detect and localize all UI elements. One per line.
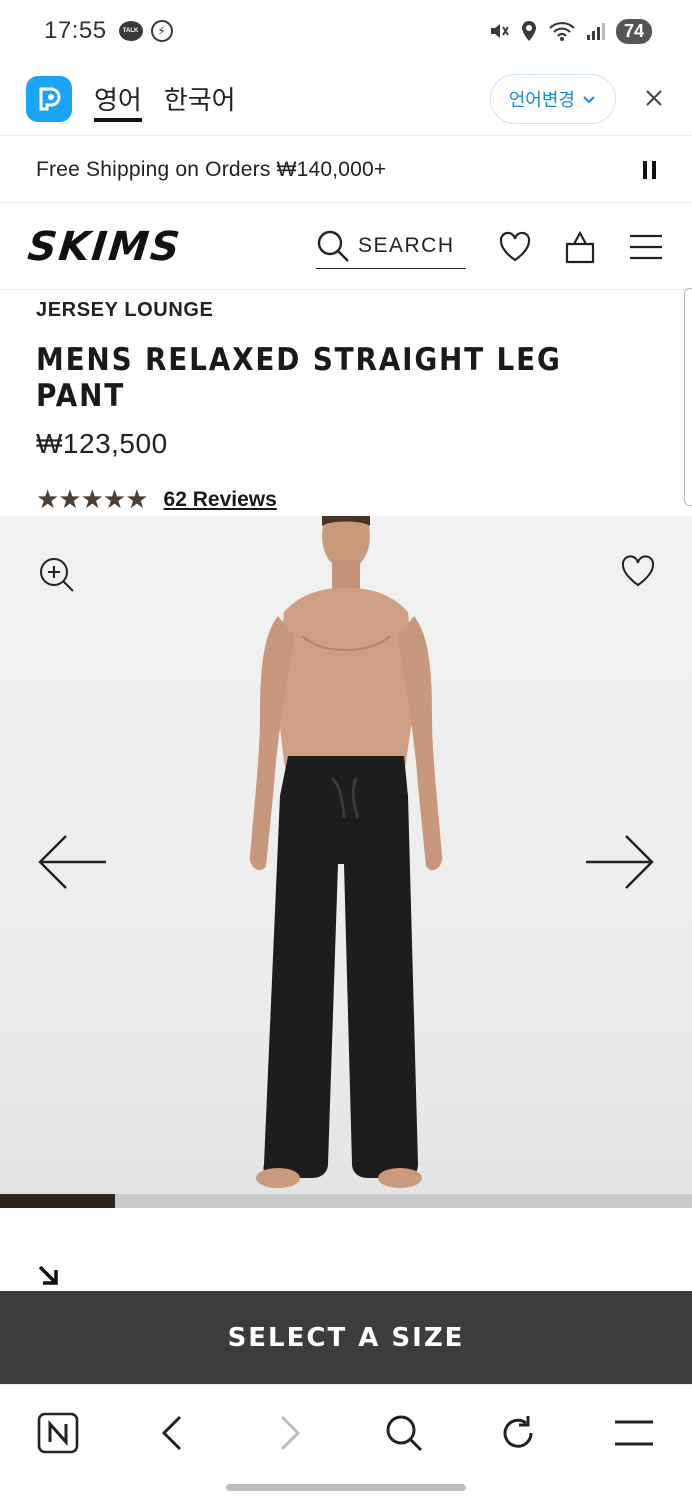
star-rating: ★★★★★ [36,484,149,514]
tab-korean[interactable]: 한국어 [164,62,236,136]
site-header: SKIMS SEARCH [0,204,692,290]
wifi-icon [549,21,575,41]
kakaotalk-icon: TALK [118,21,143,41]
status-bar: 17:55 TALK ⚡ 74 [0,0,692,62]
papago-logo-icon[interactable] [26,75,72,122]
bolt-icon: ⚡ [150,20,173,42]
search-icon [317,230,349,262]
product-gallery[interactable] [0,516,692,1194]
location-icon [521,21,536,41]
shopping-bag-icon[interactable] [564,230,596,264]
scrollbar[interactable] [684,288,692,506]
gallery-progress-fill [0,1194,115,1208]
search-label: SEARCH [358,234,455,257]
chevron-down-icon [583,95,595,103]
arrow-down-right-icon[interactable] [36,1264,60,1293]
model-image [249,516,443,1188]
change-language-label: 언어변경 [508,89,575,110]
arrow-left-icon[interactable] [36,832,108,897]
change-language-button[interactable]: 언어변경 [489,73,616,124]
home-indicator[interactable] [226,1484,466,1491]
battery-indicator: 74 [615,18,652,44]
promo-banner: Free Shipping on Orders ₩140,000+ [0,137,692,203]
back-icon[interactable] [150,1411,194,1455]
product-title: MENS RELAXED STRAIGHT LEG PANT [36,342,562,414]
arrow-right-icon[interactable] [584,832,656,897]
product-info: JERSEY LOUNGE MENS RELAXED STRAIGHT LEG … [36,290,676,515]
translate-bar: 영어 한국어 언어변경 [0,62,692,136]
tab-english[interactable]: 영어 [94,62,142,136]
skims-logo[interactable]: SKIMS [26,224,184,270]
browser-nav-bar [0,1384,692,1500]
status-time: 17:55 [44,17,107,44]
select-size-label: SELECT A SIZE [227,1322,465,1353]
product-price: ₩123,500 [36,428,168,459]
wishlist-heart-icon[interactable] [498,231,532,263]
forward-icon[interactable] [268,1411,312,1455]
select-size-button[interactable]: SELECT A SIZE [0,1291,692,1384]
search-field[interactable]: SEARCH [316,225,466,269]
menu-icon[interactable] [612,1411,656,1455]
naver-home-icon[interactable] [36,1411,80,1455]
heart-icon[interactable] [620,554,656,593]
search-icon[interactable] [382,1411,426,1455]
refresh-icon[interactable] [496,1411,540,1455]
zoom-in-icon[interactable] [38,556,76,599]
mute-icon [490,24,509,38]
close-icon[interactable] [642,82,666,116]
reviews-link[interactable]: 62 Reviews [164,488,277,512]
promo-text: Free Shipping on Orders ₩140,000+ [36,157,387,181]
signal-icon [586,23,605,40]
product-collection: JERSEY LOUNGE [36,299,214,321]
product-rating: ★★★★★ 62 Reviews [36,484,676,515]
pause-icon[interactable] [643,160,656,179]
gallery-progress-bar [0,1194,692,1208]
hamburger-menu-icon[interactable] [628,233,664,261]
